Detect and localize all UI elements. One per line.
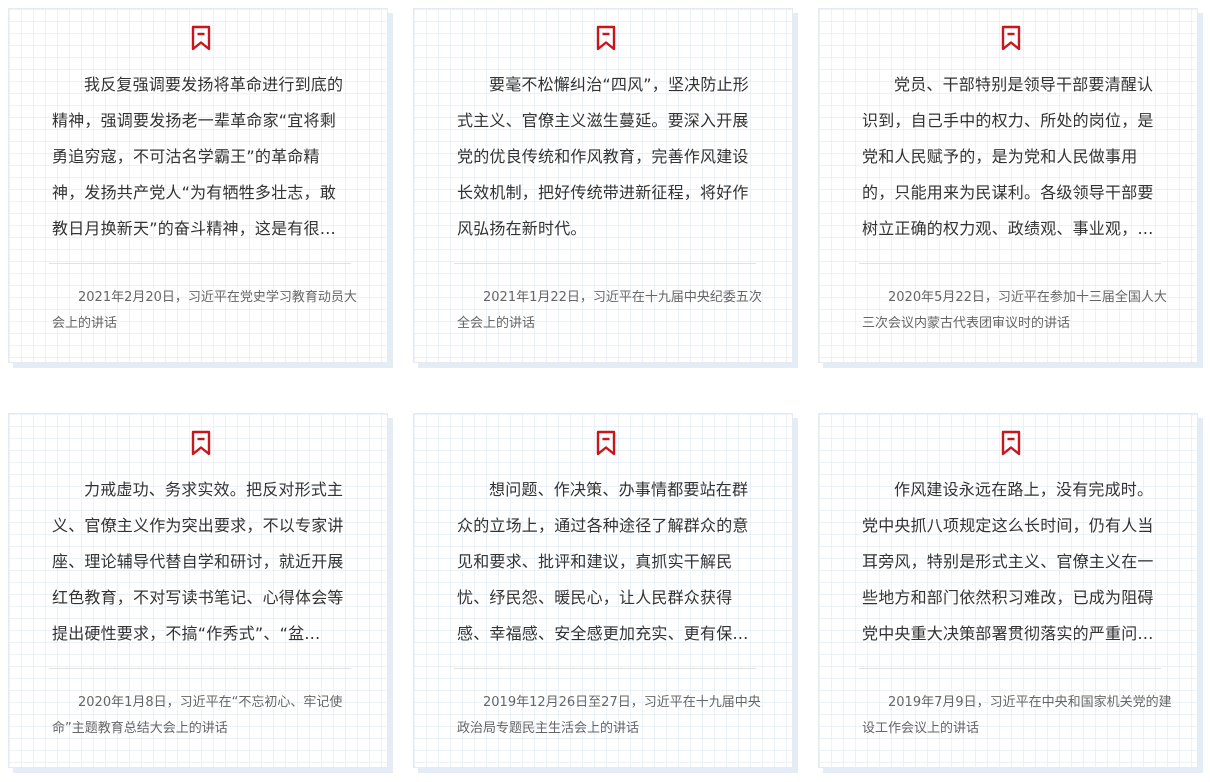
quote-source: 2019年12月26日至27日，习近平在十九届中央政治局专题民主生活会上的讲话 bbox=[457, 695, 761, 736]
divider bbox=[859, 668, 1161, 669]
quote-card[interactable]: 作风建设永远在路上，没有完成时。党中央抓八项规定这么长时间，仍有人当耳旁风，特别… bbox=[818, 413, 1198, 768]
divider bbox=[454, 263, 756, 264]
divider bbox=[49, 263, 351, 264]
quote-source: 2019年7月9日，习近平在中央和国家机关党的建设工作会议上的讲话 bbox=[862, 695, 1172, 736]
quote-text: 我反复强调要发扬将革命进行到底的精神，强调要发扬老一辈革命家“宜将剩勇追穷寇，不… bbox=[52, 75, 344, 238]
quote-card[interactable]: 要毫不松懈纠治“四风”，坚决防止形式主义、官僚主义滋生蔓延。要深入开展党的优良传… bbox=[413, 8, 793, 363]
bookmark-icon bbox=[191, 430, 211, 456]
bookmark-icon bbox=[596, 25, 616, 51]
quote-text: 力戒虚功、务求实效。把反对形式主义、官僚主义作为突出要求，不以专家讲座、理论辅导… bbox=[52, 480, 344, 643]
quote-card[interactable]: 力戒虚功、务求实效。把反对形式主义、官僚主义作为突出要求，不以专家讲座、理论辅导… bbox=[8, 413, 388, 768]
bookmark-icon bbox=[596, 430, 616, 456]
bookmark-icon bbox=[1001, 25, 1021, 51]
bookmark-icon bbox=[1001, 430, 1021, 456]
divider bbox=[859, 263, 1161, 264]
quote-source: 2020年1月8日，习近平在“不忘初心、牢记使命”主题教育总结大会上的讲话 bbox=[52, 695, 343, 736]
quote-text: 要毫不松懈纠治“四风”，坚决防止形式主义、官僚主义滋生蔓延。要深入开展党的优良传… bbox=[457, 75, 749, 238]
quote-source: 2021年2月20日，习近平在党史学习教育动员大会上的讲话 bbox=[52, 290, 357, 331]
quote-text: 党员、干部特别是领导干部要清醒认识到，自己手中的权力、所处的岗位，是党和人民赋予… bbox=[862, 75, 1154, 238]
quote-text: 作风建设永远在路上，没有完成时。党中央抓八项规定这么长时间，仍有人当耳旁风，特别… bbox=[862, 480, 1154, 643]
divider bbox=[49, 668, 351, 669]
bookmark-icon bbox=[191, 25, 211, 51]
quote-card[interactable]: 想问题、作决策、办事情都要站在群众的立场上，通过各种途径了解群众的意见和要求、批… bbox=[413, 413, 793, 768]
quote-source: 2020年5月22日，习近平在参加十三届全国人大三次会议内蒙古代表团审议时的讲话 bbox=[862, 290, 1167, 331]
divider bbox=[454, 668, 756, 669]
quote-text: 想问题、作决策、办事情都要站在群众的立场上，通过各种途径了解群众的意见和要求、批… bbox=[457, 480, 749, 643]
quote-source: 2021年1月22日，习近平在十九届中央纪委五次全会上的讲话 bbox=[457, 290, 762, 331]
quote-card-grid: 我反复强调要发扬将革命进行到底的精神，强调要发扬老一辈革命家“宜将剩勇追穷寇，不… bbox=[0, 0, 1210, 782]
quote-card[interactable]: 党员、干部特别是领导干部要清醒认识到，自己手中的权力、所处的岗位，是党和人民赋予… bbox=[818, 8, 1198, 363]
quote-card[interactable]: 我反复强调要发扬将革命进行到底的精神，强调要发扬老一辈革命家“宜将剩勇追穷寇，不… bbox=[8, 8, 388, 363]
